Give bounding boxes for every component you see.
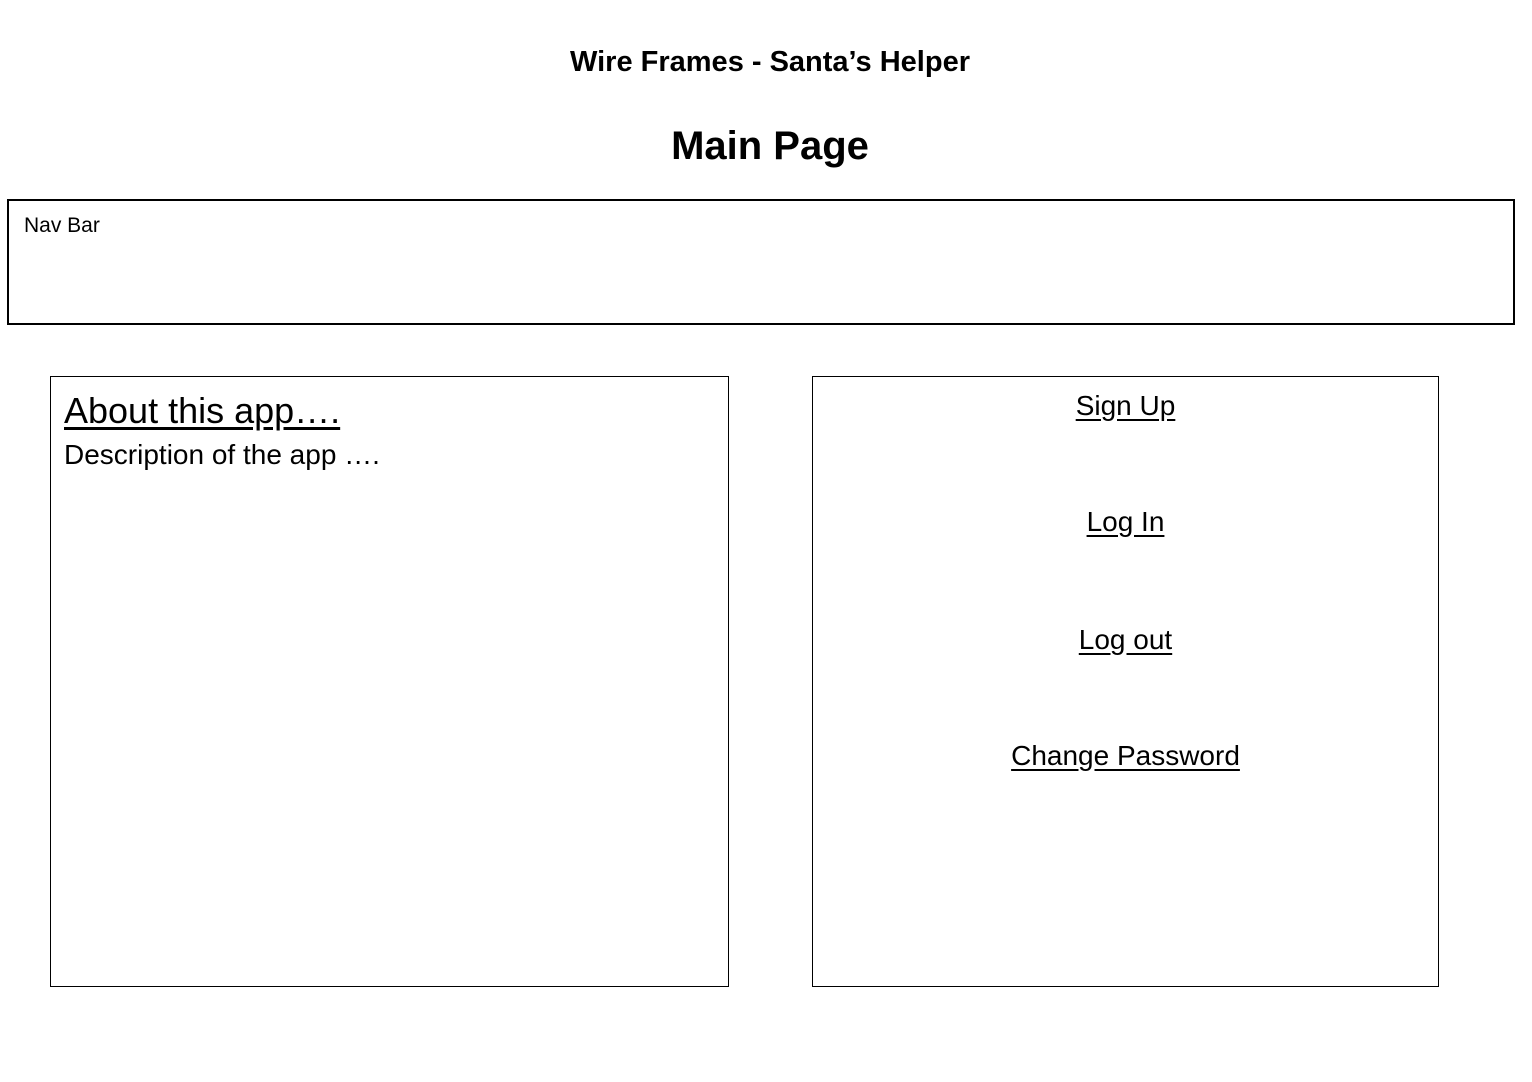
account-links-panel: Sign Up Log In Log out Change Password bbox=[812, 376, 1439, 987]
log-out-link[interactable]: Log out bbox=[813, 622, 1438, 658]
nav-bar: Nav Bar bbox=[7, 199, 1515, 325]
nav-bar-label: Nav Bar bbox=[24, 214, 100, 237]
about-description: Description of the app …. bbox=[64, 439, 380, 470]
about-heading: About this app…. bbox=[64, 390, 341, 431]
about-panel: About this app…. Description of the app … bbox=[50, 376, 729, 987]
sign-up-link[interactable]: Sign Up bbox=[813, 388, 1438, 424]
page-title: Main Page bbox=[671, 124, 869, 168]
log-in-link[interactable]: Log In bbox=[813, 504, 1438, 540]
change-password-link[interactable]: Change Password bbox=[813, 738, 1438, 774]
wireframe-document-title: Wire Frames - Santa’s Helper bbox=[570, 46, 970, 78]
